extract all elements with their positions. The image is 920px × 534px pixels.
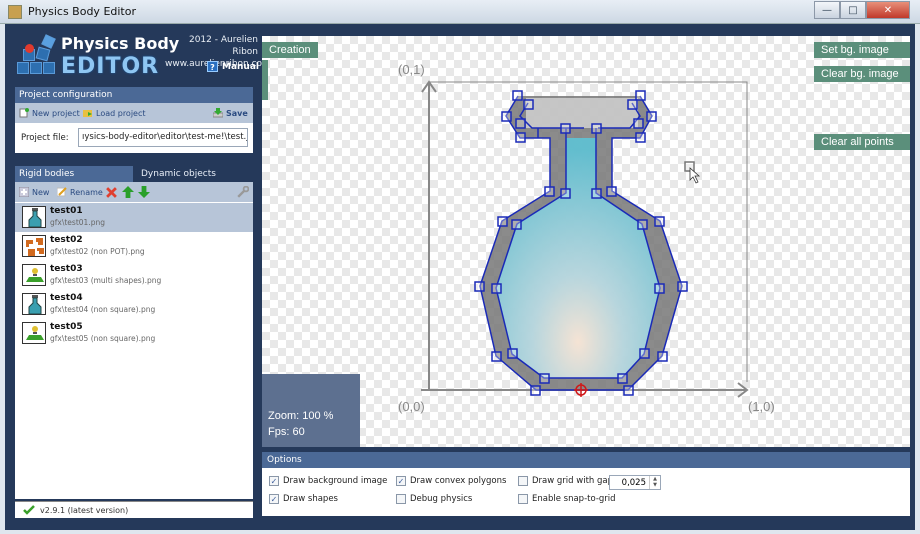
body-tabs: Rigid bodies Dynamic objects	[15, 166, 253, 182]
project-configuration-title: Project configuration	[15, 87, 253, 103]
rename-body-button[interactable]: Rename	[57, 187, 103, 197]
body-list-item[interactable]: test04 gfx\test04 (non square).png	[15, 290, 253, 319]
logo-blocks-icon	[17, 34, 59, 76]
tab-rigid-bodies[interactable]: Rigid bodies	[15, 166, 133, 182]
credit-author: 2012 - Aurelien Ribon	[188, 35, 258, 57]
axis-label-1-0: (1,0)	[748, 399, 775, 414]
body-name: test02	[50, 235, 83, 245]
new-file-icon	[19, 108, 29, 118]
snap-to-grid-option[interactable]: Enable snap-to-grid	[518, 494, 616, 504]
version-label: v2.9.1 (latest version)	[40, 505, 129, 515]
version-status: v2.9.1 (latest version)	[15, 501, 253, 518]
spinner-arrows-icon[interactable]: ▲ ▼	[649, 476, 660, 489]
move-down-icon[interactable]	[138, 186, 150, 198]
draw-background-image-checkbox[interactable]: ✓	[269, 476, 279, 486]
new-body-button[interactable]: New	[19, 187, 49, 197]
draw-convex-polygons-checkbox[interactable]: ✓	[396, 476, 406, 486]
app-logo: Physics Body EDITOR 2012 - Aurelien Ribo…	[15, 32, 271, 87]
zoom-readout: Zoom: 100 %	[268, 410, 334, 422]
clear-all-points-button[interactable]: Clear all points	[814, 134, 910, 150]
body-list-item[interactable]: test02 gfx\test02 (non POT).png	[15, 232, 253, 261]
main-frame: Physics Body EDITOR 2012 - Aurelien Ribo…	[5, 24, 915, 530]
body-path: gfx\test04 (non square).png	[50, 305, 156, 314]
logo-ball-icon	[25, 44, 34, 53]
options-panel: Options ✓ Draw background image ✓ Draw s…	[262, 452, 910, 520]
app-icon	[8, 5, 22, 19]
logo-title: Physics Body	[61, 34, 180, 53]
fps-readout: Fps: 60	[268, 426, 305, 438]
body-list-item[interactable]: test03 gfx\test03 (multi shapes).png	[15, 261, 253, 290]
project-file-input[interactable]: ıysics-body-editor\editor\test-me!\test.…	[78, 128, 248, 147]
body-thumbnail-platform	[22, 264, 46, 286]
body-path: gfx\test05 (non square).png	[50, 334, 156, 343]
wrench-icon[interactable]	[237, 186, 249, 198]
debug-physics-checkbox[interactable]	[396, 494, 406, 504]
draw-shapes-checkbox[interactable]: ✓	[269, 494, 279, 504]
body-list-item[interactable]: test05 gfx\test05 (non square).png	[15, 319, 253, 348]
body-toolbar: New Rename	[15, 182, 253, 202]
save-icon	[213, 108, 223, 118]
move-up-icon[interactable]	[122, 186, 134, 198]
delete-icon[interactable]	[106, 187, 117, 198]
draw-shapes-option[interactable]: ✓ Draw shapes	[269, 494, 338, 504]
logo-subtitle: EDITOR	[61, 54, 160, 79]
manual-label: Manual	[222, 61, 260, 72]
body-thumbnail-flask	[22, 206, 46, 228]
body-thumbnail-platform	[22, 322, 46, 344]
tab-dynamic-objects[interactable]: Dynamic objects	[137, 166, 253, 182]
axis-label-0-0: (0,0)	[398, 399, 425, 414]
options-title: Options	[262, 452, 910, 468]
body-path: gfx\test01.png	[50, 218, 105, 227]
body-path: gfx\test02 (non POT).png	[50, 247, 145, 256]
flask-liquid	[496, 138, 660, 378]
manual-button[interactable]: ? Manual	[207, 61, 259, 72]
editor-canvas[interactable]: Creation Set bg. image Clear bg. image C…	[262, 36, 910, 447]
minimize-button[interactable]: —	[814, 1, 840, 19]
plus-icon	[19, 187, 29, 197]
new-project-button[interactable]: New project	[19, 108, 80, 118]
grid-gap-value[interactable]: 0,025	[622, 478, 646, 488]
close-button[interactable]: ✕	[866, 1, 910, 19]
window-title: Physics Body Editor	[28, 5, 136, 18]
body-name: test04	[50, 293, 83, 303]
draw-grid-option[interactable]: Draw grid with gap	[518, 476, 613, 486]
draw-grid-checkbox[interactable]	[518, 476, 528, 486]
body-path: gfx\test03 (multi shapes).png	[50, 276, 162, 285]
grid-gap-spinner[interactable]: 0,025 ▲ ▼	[609, 475, 661, 490]
draw-convex-polygons-option[interactable]: ✓ Draw convex polygons	[396, 476, 506, 486]
rigid-bodies-list: test01 gfx\test01.png test02 gfx\test02 …	[15, 202, 253, 499]
draw-background-image-option[interactable]: ✓ Draw background image	[269, 476, 387, 486]
body-name: test01	[50, 206, 83, 216]
body-thumbnail-puzzle	[22, 235, 46, 257]
axis-label-0-1: (0,1)	[398, 62, 425, 77]
snap-to-grid-checkbox[interactable]	[518, 494, 528, 504]
project-file-label: Project file:	[21, 133, 69, 143]
clear-bg-image-button[interactable]: Clear bg. image	[814, 66, 910, 82]
window-titlebar: Physics Body Editor — □ ✕	[0, 0, 920, 24]
project-configuration-panel: Project configuration New project Load p…	[15, 87, 253, 153]
debug-physics-option[interactable]: Debug physics	[396, 494, 472, 504]
folder-icon	[83, 110, 92, 117]
help-icon: ?	[207, 61, 218, 72]
pencil-icon	[57, 187, 67, 197]
body-name: test03	[50, 264, 83, 274]
save-project-button[interactable]: Save	[213, 108, 248, 118]
creation-mode-button[interactable]: Creation	[262, 42, 318, 58]
body-name: test05	[50, 322, 83, 332]
load-project-button[interactable]: Load project	[83, 108, 146, 118]
mode-indicator	[262, 60, 268, 100]
maximize-button[interactable]: □	[840, 1, 866, 19]
checkmark-icon	[23, 505, 35, 515]
set-bg-image-button[interactable]: Set bg. image	[814, 42, 910, 58]
body-thumbnail-flask	[22, 293, 46, 315]
canvas-stats-overlay: Zoom: 100 % Fps: 60	[262, 374, 360, 447]
body-list-item[interactable]: test01 gfx\test01.png	[15, 203, 253, 232]
